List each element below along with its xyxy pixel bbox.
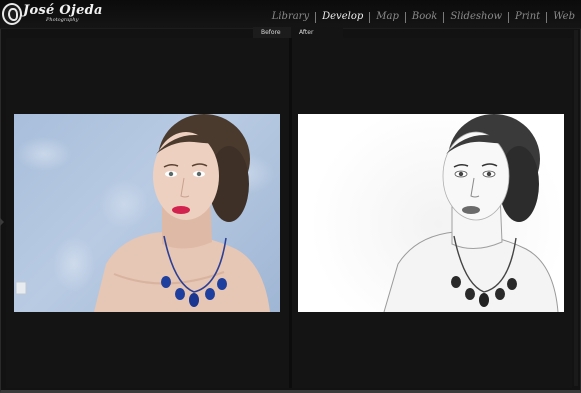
portrait-color-image: [15, 114, 270, 312]
after-photo[interactable]: [298, 114, 564, 312]
compare-header: Before After: [253, 27, 343, 38]
brand-name: José Ojeda: [23, 3, 103, 18]
portrait-sketch-image: [383, 114, 559, 312]
brand-subtitle: Photography: [46, 17, 79, 23]
logo-mark-icon: [2, 3, 22, 25]
module-slideshow[interactable]: Slideshow: [444, 11, 508, 23]
module-book[interactable]: Book: [406, 11, 443, 23]
module-bar: José Ojeda Photography Library Develop M…: [0, 0, 581, 29]
before-photo[interactable]: [14, 114, 280, 312]
after-label: After: [291, 27, 343, 38]
module-map[interactable]: Map: [370, 11, 405, 23]
module-web[interactable]: Web: [547, 11, 581, 23]
identity-plate: José Ojeda Photography: [2, 3, 102, 25]
module-print[interactable]: Print: [509, 11, 546, 23]
module-develop[interactable]: Develop: [316, 11, 369, 23]
before-label: Before: [253, 27, 291, 38]
left-panel-toggle-icon[interactable]: [0, 218, 4, 226]
right-edge-bar: [574, 30, 578, 386]
module-picker: Library Develop Map Book Slideshow Print…: [266, 10, 581, 24]
module-library[interactable]: Library: [266, 11, 315, 23]
